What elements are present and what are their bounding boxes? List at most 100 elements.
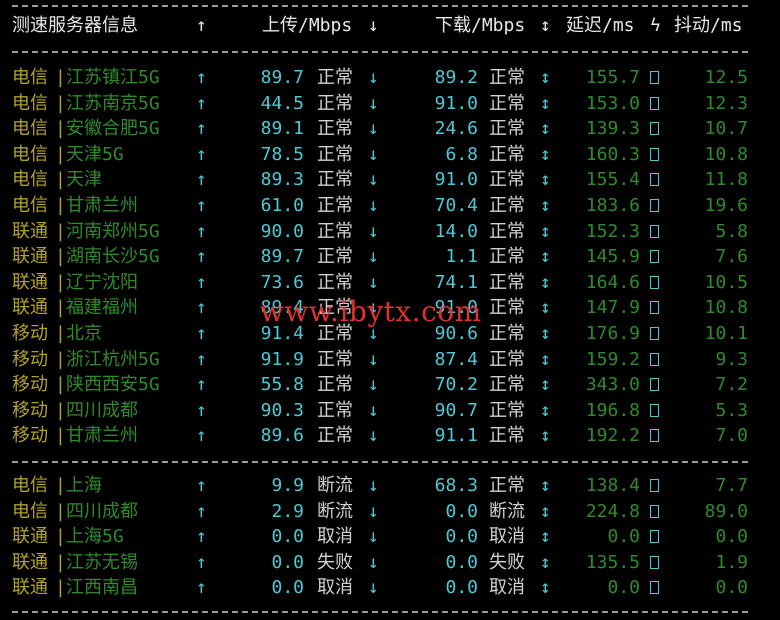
header-title: 测速服务器信息 <box>12 15 138 36</box>
up-arrow-icon: ↑ <box>196 195 207 216</box>
node-name: 上海5G <box>66 526 124 548</box>
node-name: 河南郑州5G <box>66 220 160 242</box>
separator-bar: | <box>55 169 66 191</box>
upload-value: 90.3 <box>260 399 304 421</box>
isp-label: 电信 <box>12 500 48 522</box>
speedtest-row: 电信 | 天津 ↑ 89.3 正常 ↓ 91.0 正常 ↕ 155.4 11.8 <box>0 167 780 192</box>
missing-glyph-icon <box>650 250 659 264</box>
separator-bottom <box>12 611 748 613</box>
upload-status: 正常 <box>317 143 353 165</box>
jitter-value: 1.9 <box>715 551 748 573</box>
latency-value: 159.2 <box>585 348 640 370</box>
speedtest-row: 电信 | 上海 ↑ 9.9 断流 ↓ 68.3 正常 ↕ 138.4 7.7 <box>0 473 780 498</box>
separator-bar: | <box>55 92 66 114</box>
separator-bar: | <box>55 220 66 242</box>
jitter-value: 5.3 <box>715 399 748 421</box>
down-arrow-icon: ↓ <box>368 374 379 396</box>
separator-bar: | <box>55 118 66 140</box>
jitter-value: 89.0 <box>704 500 748 522</box>
download-value: 6.8 <box>445 143 478 165</box>
download-value: 0.0 <box>445 577 478 599</box>
down-arrow-icon: ↓ <box>368 169 379 191</box>
latency-value: 155.4 <box>585 169 640 191</box>
separator-bar: | <box>55 143 66 165</box>
missing-glyph-icon <box>650 530 659 544</box>
down-arrow-icon: ↓ <box>368 15 379 36</box>
isp-label: 电信 <box>12 169 48 191</box>
download-value: 0.0 <box>445 551 478 573</box>
upload-status: 失败 <box>317 551 353 573</box>
speedtest-row: 电信 | 安徽合肥5G ↑ 89.1 正常 ↓ 24.6 正常 ↕ 139.3 10.7 <box>0 116 780 141</box>
isp-label: 移动 <box>12 374 48 396</box>
down-arrow-icon: ↓ <box>368 475 379 496</box>
latency-value: 0.0 <box>607 526 640 548</box>
updown-arrow-icon: ↕ <box>540 425 551 447</box>
upload-status: 正常 <box>317 271 353 293</box>
down-arrow-icon: ↓ <box>368 220 379 242</box>
down-arrow-icon: ↓ <box>368 271 379 293</box>
separator-bar: | <box>55 246 66 268</box>
up-arrow-icon: ↑ <box>196 143 207 165</box>
updown-arrow-icon: ↕ <box>540 169 551 191</box>
upload-value: 91.9 <box>260 348 304 370</box>
updown-arrow-icon: ↕ <box>540 220 551 242</box>
jitter-value: 10.7 <box>704 118 748 140</box>
upload-status: 正常 <box>317 220 353 242</box>
missing-glyph-icon <box>650 327 659 340</box>
isp-label: 电信 <box>12 67 48 88</box>
download-status: 正常 <box>489 92 525 114</box>
updown-arrow-icon: ↕ <box>540 195 551 216</box>
down-arrow-icon: ↓ <box>368 246 379 268</box>
down-arrow-icon: ↓ <box>368 195 379 216</box>
download-status: 正常 <box>489 399 525 421</box>
missing-glyph-icon <box>650 275 659 289</box>
latency-value: 196.8 <box>585 399 640 421</box>
separator-bar: | <box>55 577 66 599</box>
jitter-value: 5.8 <box>715 220 748 242</box>
updown-arrow-icon: ↕ <box>540 92 551 114</box>
latency-value: 155.7 <box>585 67 640 88</box>
speedtest-row: 联通 | 上海5G ↑ 0.0 取消 ↓ 0.0 取消 ↕ 0.0 0.0 <box>0 524 780 549</box>
upload-status: 正常 <box>317 374 353 396</box>
download-status: 取消 <box>489 526 525 548</box>
missing-glyph-icon <box>650 224 659 238</box>
up-arrow-icon: ↑ <box>196 374 207 396</box>
jitter-value: 10.1 <box>704 323 748 344</box>
upload-status: 正常 <box>317 399 353 421</box>
upload-status: 取消 <box>317 526 353 548</box>
download-status: 正常 <box>489 169 525 191</box>
missing-glyph-icon <box>650 199 659 212</box>
missing-glyph-icon <box>650 301 659 315</box>
download-value: 87.4 <box>434 348 478 370</box>
speedtest-row: 移动 | 浙江杭州5G ↑ 91.9 正常 ↓ 87.4 正常 ↕ 159.2 9.3 <box>0 347 780 372</box>
node-name: 湖南长沙5G <box>66 246 160 268</box>
up-arrow-icon: ↑ <box>196 348 207 370</box>
up-arrow-icon: ↑ <box>196 92 207 114</box>
isp-label: 电信 <box>12 475 48 496</box>
latency-value: 224.8 <box>585 500 640 522</box>
missing-glyph-icon <box>650 429 659 443</box>
upload-value: 89.7 <box>260 67 304 88</box>
upload-value: 89.3 <box>260 169 304 191</box>
down-arrow-icon: ↓ <box>368 143 379 165</box>
latency-value: 152.3 <box>585 220 640 242</box>
download-status: 正常 <box>489 118 525 140</box>
separator-bar: | <box>55 551 66 573</box>
isp-label: 移动 <box>12 323 48 344</box>
upload-value: 89.1 <box>260 118 304 140</box>
isp-label: 电信 <box>12 195 48 216</box>
missing-glyph-icon <box>650 352 659 366</box>
upload-value: 89.6 <box>260 425 304 447</box>
download-value: 89.2 <box>434 67 478 88</box>
download-status: 正常 <box>489 374 525 396</box>
separator-bar: | <box>55 348 66 370</box>
node-name: 天津 <box>66 169 102 191</box>
up-arrow-icon: ↑ <box>196 425 207 447</box>
speedtest-row: 电信 | 江苏南京5G ↑ 44.5 正常 ↓ 91.0 正常 ↕ 153.0 12.3 <box>0 91 780 116</box>
upload-status: 正常 <box>317 118 353 140</box>
download-status: 正常 <box>489 271 525 293</box>
download-value: 91.0 <box>434 169 478 191</box>
separator-bar: | <box>55 526 66 548</box>
upload-status: 正常 <box>317 348 353 370</box>
jitter-value: 9.3 <box>715 348 748 370</box>
